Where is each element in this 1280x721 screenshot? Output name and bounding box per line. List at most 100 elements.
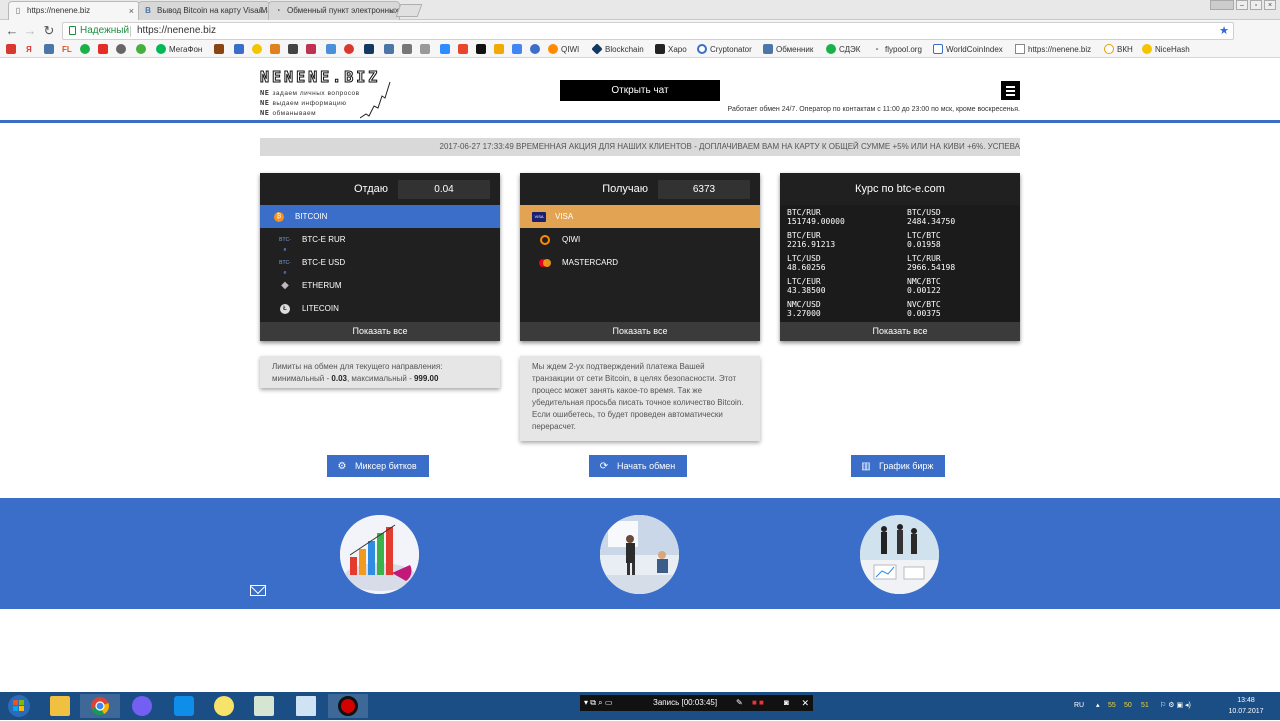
bookmark-nicehash[interactable]: NiceHash [1142,43,1190,57]
currency-option-mastercard[interactable]: MASTERCARD [520,251,760,274]
currency-option-btce-usd[interactable]: BTC-e BTC-E USD [260,251,500,276]
currency-option-visa[interactable]: VISA VISA [520,205,760,228]
minimize-icon[interactable]: – [1236,0,1248,10]
recorder-taskbar-icon[interactable] [328,694,368,718]
bookmark-vkn[interactable]: ВКН [1104,43,1133,57]
bookmark-icon-button[interactable] [326,43,339,57]
bookmark-icon-button[interactable] [234,43,247,57]
hamburger-menu-icon[interactable] [1001,81,1020,100]
language-indicator[interactable]: RU [1074,692,1084,720]
back-icon[interactable]: ← [4,23,20,39]
bookmark-icon-button[interactable] [80,43,93,57]
receive-amount-input[interactable]: 6373 [658,180,750,199]
rates-show-all-button[interactable]: Показать все [780,322,1020,341]
app-window-taskbar-icon[interactable] [244,694,284,718]
browser-tab-active[interactable]: ▯ https://nenene.biz × [8,1,140,20]
chrome-taskbar-icon[interactable] [80,694,120,718]
currency-option-btce-rur[interactable]: BTC-e BTC-E RUR [260,228,500,253]
bookmark-worldcoinindex[interactable]: WorldCoinIndex [933,43,1003,57]
rate-value: 3.27000 [787,309,821,318]
bookmark-flypool[interactable]: ʺ flypool.org [872,43,922,57]
receive-show-all-button[interactable]: Показать все [520,322,760,341]
tab-close-icon[interactable]: × [389,2,394,20]
yandex-icon[interactable]: Я [26,43,32,57]
bookmark-icon-button[interactable] [344,43,357,57]
bookmark-icon-button[interactable] [116,43,129,57]
bookmark-nenene[interactable]: https://nenene.biz [1015,43,1091,57]
bookmark-icon-button[interactable] [6,43,19,57]
give-show-all-button[interactable]: Показать все [260,322,500,341]
exchange-chart-button[interactable]: ▥ График бирж [851,455,946,477]
bookmark-icon-button[interactable] [458,43,471,57]
bookmark-icon-button[interactable] [44,43,57,57]
close-window-icon[interactable]: × [1264,0,1276,10]
bookmark-cdek[interactable]: СДЭК [826,43,860,57]
mixer-button[interactable]: ⚙ Миксер битков [327,455,429,477]
currency-option-bitcoin[interactable]: ₿ BITCOIN [260,205,500,228]
currency-option-litecoin[interactable]: Ł LITECOIN [260,297,500,320]
bookmark-icon-button[interactable] [306,43,319,57]
currency-option-ethereum[interactable]: ◆ ETHERUM [260,274,500,297]
recorder-close-icon[interactable]: ✕ [801,695,809,711]
bookmark-icon-button[interactable] [270,43,283,57]
rate-pair: LTC/RUR [907,254,941,263]
nicehash-icon [1142,44,1152,54]
smiley-app-taskbar-icon[interactable] [204,694,244,718]
profile-button[interactable] [1210,0,1234,10]
bookmark-icon-button[interactable] [494,43,507,57]
youtube-icon[interactable] [98,43,111,57]
bookmark-xapo[interactable]: Харо [655,43,687,57]
notepad-taskbar-icon[interactable] [286,694,326,718]
browser-tab[interactable]: B Вывод Bitcoin на карту Visa/MasterCard… [138,1,270,20]
pen-icon[interactable]: ✎ [736,695,743,711]
tray-icons[interactable]: ⚐ ⚙ ▣ ◂) [1160,692,1191,720]
bookmark-qiwi[interactable]: QIWI [548,43,579,57]
explorer-taskbar-icon[interactable] [40,694,80,718]
bookmark-icon-button[interactable] [402,43,415,57]
currency-option-qiwi[interactable]: QIWI [520,228,760,251]
bookmark-icon-button[interactable] [136,43,149,57]
maximize-icon[interactable]: ▫ [1250,0,1262,10]
bookmark-icon-button[interactable] [440,43,453,57]
qiwi-icon [540,235,550,245]
bookmark-star-icon[interactable]: ★ [1219,23,1229,39]
bookmark-obmennik[interactable]: Обменник [763,43,813,57]
forward-icon[interactable]: → [22,23,38,39]
btce-icon: BTC-e [279,237,291,253]
browser-tab[interactable]: ◔ Обменный пункт электронных валют × [268,1,400,20]
viber-taskbar-icon[interactable] [122,694,162,718]
bookmark-cryptonator[interactable]: Cryptonator [697,43,752,57]
bookmark-icon-button[interactable] [530,43,543,57]
bookmark-icon-button[interactable] [252,43,265,57]
feature-image-charts [340,515,419,594]
bookmark-icon-button[interactable] [384,43,397,57]
recorder-tools-icon[interactable]: ▾ ⧉ ⌕ ▭ [584,695,612,711]
bookmark-icon-button[interactable] [214,43,227,57]
reload-icon[interactable]: ↻ [41,23,57,39]
tray-expand-icon[interactable]: ▴ [1096,692,1100,720]
tab-close-icon[interactable]: × [259,2,264,20]
system-clock[interactable]: 13:48 10.07.2017 [1222,695,1270,717]
bookmark-icon-button[interactable] [288,43,301,57]
bookmark-blockchain[interactable]: Blockchain [591,43,644,57]
windows-start-icon[interactable] [6,694,32,718]
fl-icon[interactable]: FL [62,43,72,57]
new-tab-button[interactable] [395,4,423,17]
bookmark-icon-button[interactable] [512,43,525,57]
pause-icon[interactable]: ■ ■ [752,695,764,711]
bookmark-icon-button[interactable] [364,43,377,57]
start-exchange-button[interactable]: ⟳ Начать обмен [589,455,688,477]
address-bar[interactable]: Надежный https://nenene.biz ★ [62,22,1234,40]
mail-icon[interactable] [250,585,266,596]
bookmark-icon-button[interactable] [476,43,489,57]
tab-close-icon[interactable]: × [129,2,134,20]
bookmark-icon-button[interactable] [420,43,433,57]
flypool-icon: ʺ [872,47,882,57]
site-logo[interactable]: NENENE.BIZ NE задаем личных вопросов NE вы… [259,68,450,119]
camera-icon[interactable]: ◙ [784,695,789,711]
give-amount-input[interactable]: 0.04 [398,180,490,199]
tray-number: 51 [1141,702,1149,709]
open-chat-button[interactable]: Открыть чат [560,80,720,101]
teamviewer-taskbar-icon[interactable] [164,694,204,718]
bookmark-megafon[interactable]: МегаФон [156,43,202,57]
